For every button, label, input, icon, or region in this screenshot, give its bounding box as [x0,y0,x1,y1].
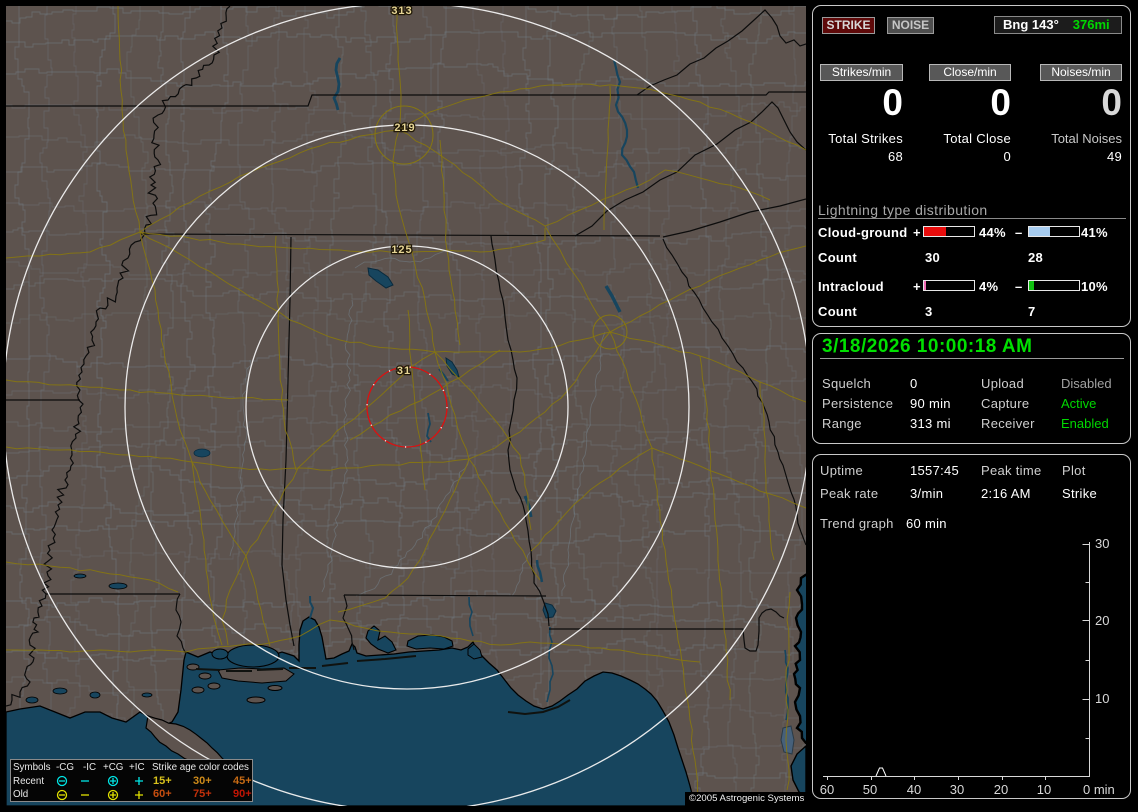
svg-text:60: 60 [820,782,834,797]
svg-text:219: 219 [394,122,415,134]
svg-text:125: 125 [391,244,412,256]
svg-text:10: 10 [1095,691,1109,706]
svg-text:313: 313 [391,6,412,17]
svg-text:50: 50 [863,782,877,797]
svg-text:30: 30 [950,782,964,797]
svg-text:10: 10 [1037,782,1051,797]
svg-text:30: 30 [1095,536,1109,551]
svg-text:20: 20 [994,782,1008,797]
svg-text:31: 31 [397,365,411,377]
svg-text:0 min: 0 min [1083,782,1115,797]
svg-text:40: 40 [907,782,921,797]
svg-text:20: 20 [1095,613,1109,628]
